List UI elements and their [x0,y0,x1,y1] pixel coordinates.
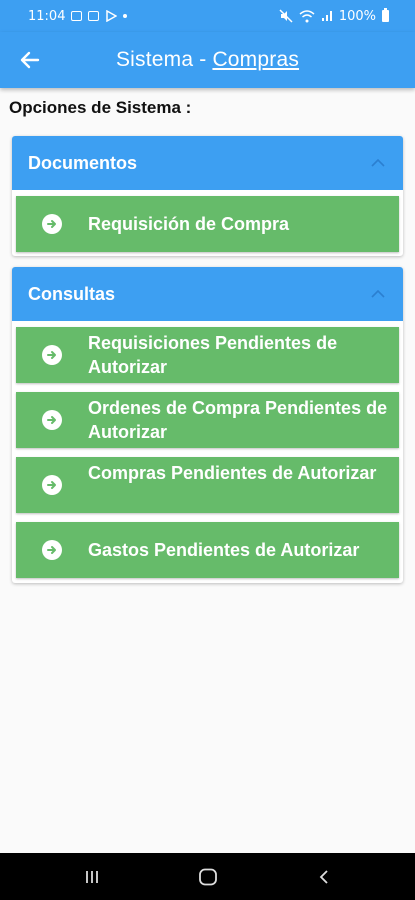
arrow-circle-right-icon [42,214,62,234]
card-header-label: Documentos [28,152,138,173]
chevron-left-icon [319,870,328,884]
card-header-consultas[interactable]: Consultas [12,267,403,321]
app-notification-icon [88,11,100,21]
list-item-label: Compras Pendientes de Autorizar [88,463,377,483]
list-item-gastos-pendientes[interactable]: Gastos Pendientes de Autorizar [16,522,399,578]
back-nav-button[interactable] [304,864,344,890]
list-item-ordenes-compra-pendientes[interactable]: Ordenes de Compra Pendientes de Autoriza… [16,392,399,448]
arrow-circle-right-icon [42,540,62,560]
battery-percent: 100% [338,8,376,24]
title-prefix: Sistema [115,48,194,71]
chevron-up-icon [371,289,385,298]
signal-icon [321,11,332,21]
arrow-circle-right-icon [42,410,62,430]
card-header-label: Consultas [28,283,116,304]
page-title: Sistema - Compras [0,32,415,88]
card-documentos: Documentos Requisición de Compra [12,136,403,256]
status-time: 11:04 [28,8,66,24]
mute-icon [279,9,293,23]
list-item-requisiciones-pendientes[interactable]: Requisiciones Pendientes de Autorizar [16,327,399,383]
arrow-left-icon [20,51,40,69]
title-separator: - [199,48,207,71]
gallery-notification-icon [71,11,83,21]
recent-apps-icon [86,871,98,883]
section-heading: Opciones de Sistema : [9,98,192,117]
status-right: 100% [279,8,389,24]
list-item-label: Gastos Pendientes de Autorizar [88,540,360,560]
home-icon [199,868,217,886]
battery-icon [382,8,389,22]
home-button[interactable] [188,864,228,890]
play-store-notification-icon [106,10,118,22]
back-button[interactable] [14,44,46,76]
card-header-documentos[interactable]: Documentos [12,136,403,190]
app-bar: Sistema - Compras [0,32,415,88]
chevron-up-icon [371,158,385,167]
list-item-compras-pendientes[interactable]: Compras Pendientes de Autorizar [16,457,399,513]
more-notifications-icon [123,14,128,18]
recent-apps-button[interactable] [72,864,112,890]
title-link-compras[interactable]: Compras [212,48,299,72]
card-consultas: Consultas Requisiciones Pendientes de Au… [12,267,403,583]
system-nav-bar [0,853,415,900]
status-left: 11:04 [28,8,128,24]
arrow-circle-right-icon [42,345,62,365]
list-item-label: Ordenes de Compra Pendientes de Autoriza… [88,398,388,442]
wifi-icon [299,9,315,22]
list-item-label: Requisición de Compra [88,214,290,234]
list-item-requisicion-compra[interactable]: Requisición de Compra [16,196,399,252]
status-bar: 11:04 100% [0,0,415,32]
list-item-label: Requisiciones Pendientes de Autorizar [88,333,338,377]
arrow-circle-right-icon [42,475,62,495]
